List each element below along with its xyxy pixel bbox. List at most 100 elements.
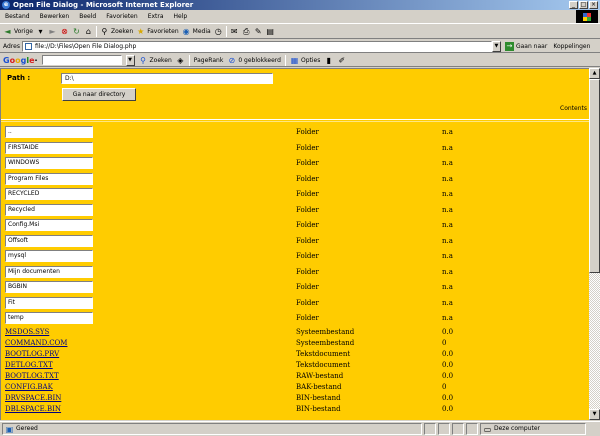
stop-icon[interactable]: ⊗ [60, 27, 69, 36]
print-icon[interactable]: ⎙ [242, 27, 251, 36]
pencil-icon[interactable]: ✐ [337, 56, 346, 65]
file-link[interactable]: COMMAND.COM [5, 339, 67, 347]
file-size: 0.0 [442, 393, 454, 402]
folder-name-button[interactable]: temp [5, 312, 93, 324]
forward-icon[interactable]: ► [48, 27, 57, 36]
popup-blocker[interactable]: ⊘ 0 geblokkeerd [227, 56, 281, 65]
folder-type: Folder [296, 159, 319, 167]
file-link[interactable]: BOOTLOG.TXT [5, 372, 59, 380]
file-link[interactable]: DETLOG.TXT [5, 361, 53, 369]
folder-name-button[interactable]: BGBIN [5, 281, 93, 293]
folder-name-button[interactable]: Config.Msi [5, 219, 93, 231]
scroll-thumb[interactable] [589, 79, 600, 273]
goto-directory-button[interactable]: Ga naar directory [62, 88, 136, 101]
status-cell [466, 423, 478, 435]
folder-name-button[interactable]: RECYCLED [5, 188, 93, 200]
folder-type: Folder [296, 298, 319, 307]
file-link[interactable]: DRVSPACE.BIN [5, 394, 61, 402]
links-button[interactable]: Koppelingen [553, 43, 590, 50]
menu-extra[interactable]: Extra [143, 13, 169, 20]
minimize-button[interactable]: _ [569, 1, 578, 9]
folder-row: BGBIN Folder n.a [5, 281, 585, 297]
file-link[interactable]: DBLSPACE.BIN [5, 405, 61, 413]
folder-name-button[interactable]: Fit [5, 296, 93, 309]
vertical-scrollbar[interactable]: ▲ ▼ [589, 68, 600, 420]
google-search-button[interactable]: ⚲ Zoeken [139, 56, 172, 65]
menu-bestand[interactable]: Bestand [0, 13, 35, 20]
file-link[interactable]: MSDOS.SYS [5, 328, 49, 336]
file-size: 0.0 [442, 360, 454, 369]
ie-logo-icon: e [2, 1, 10, 9]
google-toolbar: Google· ▼ ⚲ Zoeken ◈ PageRank ⊘ 0 geblok… [0, 54, 600, 67]
search-site-icon[interactable]: ◈ [176, 56, 185, 65]
menu-beeld[interactable]: Beeld [74, 13, 101, 20]
folder-type: Folder [296, 267, 319, 276]
history-icon[interactable]: ◷ [214, 27, 223, 36]
folder-type: Folder [296, 252, 319, 260]
close-button[interactable]: × [589, 1, 598, 9]
media-button[interactable]: ◉ Media [182, 27, 211, 36]
file-link[interactable]: CONFIG.BAK [5, 383, 53, 391]
edit-icon[interactable]: ✎ [254, 27, 263, 36]
folder-row: temp Folder n.a [5, 312, 585, 328]
back-button[interactable]: ◄ Vorige [3, 27, 33, 36]
folder-size: n.a [442, 314, 453, 322]
separator [284, 54, 286, 66]
folder-name-button[interactable]: Program Files [5, 172, 93, 185]
scroll-down-button[interactable]: ▼ [589, 409, 600, 420]
search-button[interactable]: ⚲ Zoeken [100, 27, 134, 36]
google-search-dropdown[interactable]: ▼ [125, 54, 135, 66]
folder-size: n.a [442, 159, 453, 167]
popup-blocked-icon: ⊘ [228, 55, 236, 65]
folder-row: mysql Folder n.a [5, 250, 585, 266]
file-size: 0.0 [442, 349, 454, 358]
favorites-button[interactable]: ★ Favorieten [136, 27, 179, 36]
address-url: file://D:\Files\Open File Dialog.php [34, 42, 137, 50]
folder-type: Folder [296, 283, 319, 291]
address-input[interactable]: file://D:\Files\Open File Dialog.php [21, 40, 492, 52]
maximize-button[interactable]: □ [579, 1, 588, 9]
path-input[interactable]: D:\ [61, 73, 273, 84]
go-button[interactable]: → Gaan naar [504, 41, 547, 51]
computer-icon: ▭ [483, 424, 492, 434]
media-label: Media [192, 28, 211, 35]
folder-type: Folder [296, 190, 319, 198]
folder-name-button[interactable]: WINDOWS [5, 157, 93, 169]
standard-toolbar: ◄ Vorige ▾ ► ⊗ ↻ ⌂ ⚲ Zoeken ★ Favorieten… [0, 25, 600, 39]
separator [225, 26, 227, 37]
file-size: 0 [442, 382, 447, 391]
options-label: Opties [300, 56, 321, 64]
menu-help[interactable]: Help [169, 13, 193, 20]
mail-icon[interactable]: ✉ [230, 27, 239, 36]
path-label: Path : [7, 74, 31, 82]
refresh-icon[interactable]: ↻ [72, 27, 81, 36]
file-type: BIN-bestand [296, 393, 341, 402]
highlight-icon[interactable]: ▮ [324, 56, 333, 65]
scroll-up-button[interactable]: ▲ [589, 68, 600, 79]
folder-name-button[interactable]: .. [5, 126, 93, 138]
back-label: Vorige [14, 28, 33, 35]
google-search-input[interactable] [41, 55, 122, 65]
file-link[interactable]: BOOTLOG.PRV [5, 350, 59, 358]
back-dropdown-icon[interactable]: ▾ [36, 27, 45, 36]
google-logo[interactable]: Google· [3, 56, 38, 65]
discuss-icon[interactable]: ▤ [266, 27, 275, 36]
folder-type: Folder [296, 128, 319, 136]
file-type: Systeembestand [296, 338, 355, 347]
menu-bewerken[interactable]: Bewerken [35, 13, 75, 20]
page-done-icon: ▣ [5, 424, 14, 434]
pagerank-indicator[interactable]: PageRank [194, 57, 224, 64]
separator [95, 26, 97, 37]
folder-name-button[interactable]: Mijn documenten [5, 265, 93, 278]
home-icon[interactable]: ⌂ [84, 27, 93, 36]
menu-favorieten[interactable]: Favorieten [101, 13, 142, 20]
file-size: 0.0 [442, 327, 454, 336]
options-button[interactable]: ▦ Opties [290, 56, 321, 65]
address-dropdown-button[interactable]: ▼ [491, 40, 501, 52]
folder-name-button[interactable]: Offsoft [5, 234, 93, 247]
folder-row: FIRSTAIDE Folder n.a [5, 141, 585, 158]
folder-name-button[interactable]: FIRSTAIDE [5, 141, 93, 154]
folder-name-button[interactable]: mysql [5, 250, 93, 262]
folder-size: n.a [442, 205, 453, 214]
folder-name-button[interactable]: Recycled [5, 203, 93, 216]
